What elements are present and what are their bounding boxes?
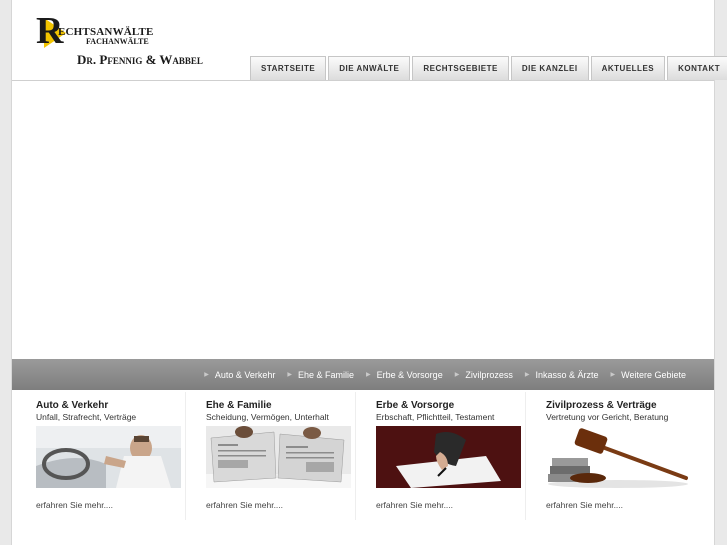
subnav-label: Weitere Gebiete	[621, 369, 686, 380]
practice-card-erbe: Erbe & Vorsorge Erbschaft, Pflichtteil, …	[356, 392, 526, 520]
gavel-photo[interactable]	[546, 426, 691, 488]
subnav-item-auto-verkehr[interactable]: ▶ Auto & Verkehr	[204, 370, 275, 380]
read-more-link[interactable]: erfahren Sie mehr....	[206, 500, 283, 510]
logo[interactable]: R ECHTSANWÄLTE FACHANWÄLTE Dr. Pfennig &…	[36, 12, 216, 70]
card-subtitle: Erbschaft, Pflichtteil, Testament	[376, 412, 495, 422]
driver-photo[interactable]	[36, 426, 181, 488]
subnav-item-ehe-familie[interactable]: ▶ Ehe & Familie	[287, 370, 354, 380]
subnav-label: Inkasso & Ärzte	[535, 369, 599, 380]
practice-card-zivilprozess: Zivilprozess & Verträge Vertretung vor G…	[526, 392, 696, 520]
read-more-link[interactable]: erfahren Sie mehr....	[376, 500, 453, 510]
tab-startseite[interactable]: STARTSEITE	[250, 56, 327, 80]
tab-die-anwaelte[interactable]: DIE ANWÄLTE	[328, 56, 411, 80]
subnav-item-inkasso-aerzte[interactable]: ▶ Inkasso & Ärzte	[525, 370, 599, 380]
practice-areas: Auto & Verkehr Unfall, Strafrecht, Vertr…	[16, 392, 712, 520]
logo-line2: FACHANWÄLTE	[86, 37, 149, 46]
subnav-item-erbe-vorsorge[interactable]: ▶ Erbe & Vorsorge	[366, 370, 443, 380]
tab-rechtsgebiete[interactable]: RECHTSGEBIETE	[412, 56, 509, 80]
main-nav: STARTSEITE DIE ANWÄLTE RECHTSGEBIETE DIE…	[250, 56, 727, 80]
subnav-label: Zivilprozess	[465, 369, 513, 380]
read-more-link[interactable]: erfahren Sie mehr....	[36, 500, 113, 510]
tab-die-kanzlei[interactable]: DIE KANZLEI	[510, 56, 589, 80]
card-title: Zivilprozess & Verträge	[546, 400, 657, 411]
sub-nav-bar: ▶ Auto & Verkehr ▶ Ehe & Familie ▶ Erbe & V…	[12, 359, 714, 390]
card-title: Erbe & Vorsorge	[376, 400, 455, 411]
read-more-link[interactable]: erfahren Sie mehr....	[546, 500, 623, 510]
subnav-item-weitere-gebiete[interactable]: ▶ Weitere Gebiete	[611, 370, 687, 380]
arrow-right-icon: ▶	[610, 372, 616, 378]
signing-document-photo[interactable]	[376, 426, 521, 488]
subnav-label: Erbe & Vorsorge	[376, 369, 443, 380]
card-subtitle: Unfall, Strafrecht, Verträge	[36, 412, 137, 422]
subnav-label: Auto & Verkehr	[214, 369, 276, 380]
arrow-right-icon: ▶	[366, 372, 371, 378]
nav-divider	[12, 80, 714, 81]
arrow-right-icon: ▶	[524, 372, 530, 378]
arrow-right-icon: ▶	[204, 372, 209, 378]
practice-card-auto: Auto & Verkehr Unfall, Strafrecht, Vertr…	[16, 392, 186, 520]
card-title: Auto & Verkehr	[36, 400, 109, 411]
page: R ECHTSANWÄLTE FACHANWÄLTE Dr. Pfennig &…	[11, 0, 727, 545]
tab-aktuelles[interactable]: AKTUELLES	[590, 56, 666, 80]
practice-card-familie: Ehe & Familie Scheidung, Vermögen, Unter…	[186, 392, 356, 520]
card-subtitle: Vertretung vor Gericht, Beratung	[546, 412, 669, 422]
arrow-right-icon: ▶	[454, 372, 460, 378]
couple-newspaper-photo[interactable]	[206, 426, 351, 488]
subnav-label: Ehe & Familie	[298, 369, 355, 380]
card-title: Ehe & Familie	[206, 400, 272, 411]
arrow-right-icon: ▶	[287, 372, 292, 378]
tab-kontakt[interactable]: KONTAKT	[667, 56, 727, 80]
card-subtitle: Scheidung, Vermögen, Unterhalt	[206, 412, 329, 422]
logo-line3: Dr. Pfennig & Wabbel	[77, 52, 203, 67]
subnav-item-zivilprozess[interactable]: ▶ Zivilprozess	[455, 370, 513, 380]
